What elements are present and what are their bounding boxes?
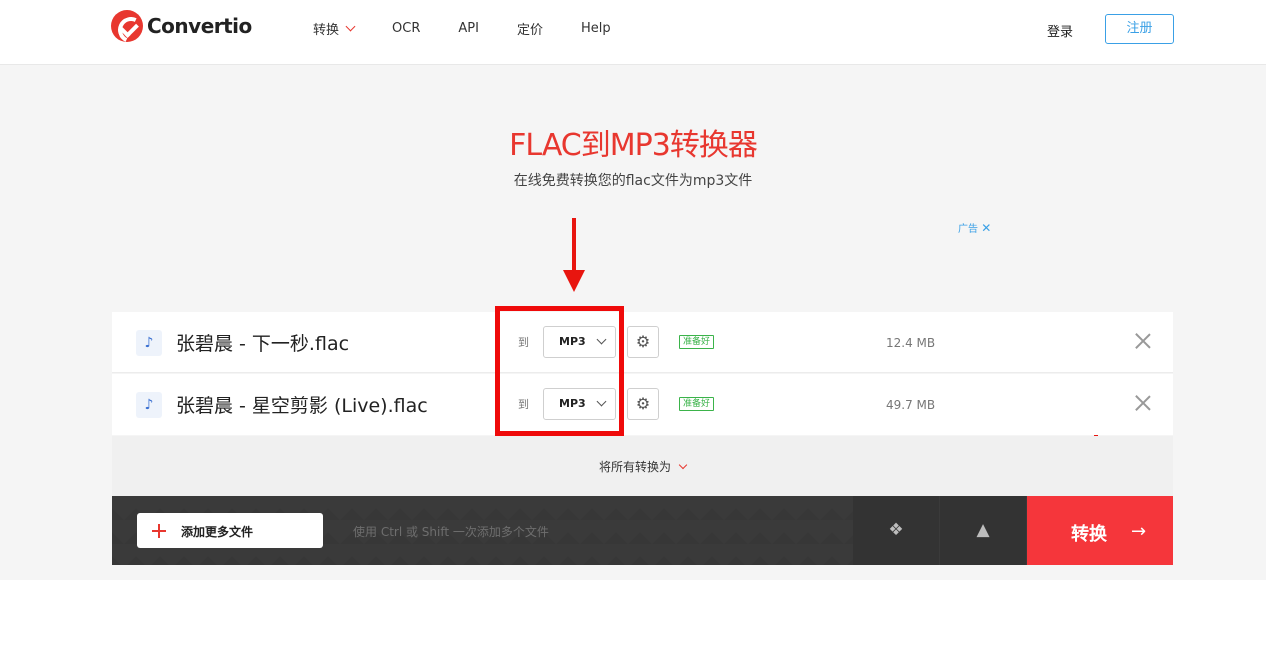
file-size: 49.7 MB (886, 398, 936, 412)
convertio-logo-icon (111, 10, 143, 42)
ad-label[interactable]: 广告 ✕ (958, 220, 991, 235)
action-bar: 添加更多文件 使用 Ctrl 或 Shift 一次添加多个文件 ❖ ▲ 转换 → (112, 496, 1173, 565)
add-files-label: 添加更多文件 (181, 525, 254, 539)
register-button[interactable]: 注册 (1105, 14, 1174, 44)
file-row: ♪ 张碧晨 - 下一秒.flac 到 MP3 ⚙ 准备好 12.4 MB (112, 312, 1173, 373)
close-icon[interactable] (1130, 390, 1156, 416)
ad-text: 广告 (958, 224, 978, 235)
site-header: Convertio 转换 OCR API 定价 Help 登录 注册 (0, 0, 1266, 65)
nav-label: API (458, 21, 479, 36)
close-icon[interactable]: ✕ (981, 221, 991, 235)
annotation-highlight-box (495, 306, 624, 436)
nav-item-ocr[interactable]: OCR (392, 21, 420, 36)
close-icon[interactable] (1130, 328, 1156, 354)
convert-label: 转换 (1071, 524, 1107, 545)
gear-icon[interactable]: ⚙ (627, 388, 659, 420)
google-drive-icon: ▲ (976, 520, 990, 540)
annotation-arrow-shaft (572, 218, 576, 270)
chevron-down-icon (678, 460, 688, 469)
annotation-arrow-icon (563, 270, 585, 292)
music-note-icon: ♪ (136, 330, 162, 356)
file-name: 张碧晨 - 下一秒.flac (176, 333, 350, 355)
login-link[interactable]: 登录 (1047, 21, 1073, 40)
file-name: 张碧晨 - 星空剪影 (Live).flac (176, 395, 428, 417)
nav-label: 转换 (313, 23, 340, 38)
multi-select-hint: 使用 Ctrl 或 Shift 一次添加多个文件 (353, 525, 549, 539)
plus-icon (158, 524, 160, 538)
convert-all-bar: 将所有转换为 (112, 436, 1173, 496)
convert-all-dropdown[interactable]: 将所有转换为 (598, 458, 688, 475)
nav-item-help[interactable]: Help (581, 21, 611, 36)
chevron-down-icon (345, 21, 356, 32)
status-badge: 准备好 (679, 335, 715, 349)
main-nav: 转换 OCR API 定价 Help (313, 19, 649, 38)
brand-name: Convertio (147, 14, 252, 38)
file-row: ♪ 张碧晨 - 星空剪影 (Live).flac 到 MP3 ⚙ 准备好 49.… (112, 374, 1173, 435)
dropbox-button[interactable]: ❖ (853, 496, 939, 565)
gear-icon[interactable]: ⚙ (627, 326, 659, 358)
music-note-icon: ♪ (136, 392, 162, 418)
nav-label: OCR (392, 21, 421, 36)
nav-label: Help (580, 21, 611, 36)
page-title: FLAC到MP3转换器 (509, 128, 758, 163)
file-size: 12.4 MB (886, 336, 936, 350)
nav-item-pricing[interactable]: 定价 (517, 19, 543, 38)
convert-all-label: 将所有转换为 (598, 460, 671, 474)
convert-button[interactable]: 转换 → (1027, 496, 1173, 565)
file-list-panel: ♪ 张碧晨 - 下一秒.flac 到 MP3 ⚙ 准备好 12.4 MB ♪ 张… (112, 312, 1173, 565)
add-files-button[interactable]: 添加更多文件 (137, 513, 323, 548)
nav-item-convert[interactable]: 转换 (313, 19, 356, 38)
dropbox-icon: ❖ (888, 520, 904, 540)
nav-item-api[interactable]: API (458, 21, 479, 36)
arrow-right-icon: → (1131, 521, 1147, 542)
nav-label: 定价 (516, 23, 543, 38)
page-subtitle: 在线免费转换您的flac文件为mp3文件 (513, 173, 753, 189)
status-badge: 准备好 (679, 397, 715, 411)
logo[interactable]: Convertio (111, 10, 252, 42)
google-drive-button[interactable]: ▲ (940, 496, 1026, 565)
